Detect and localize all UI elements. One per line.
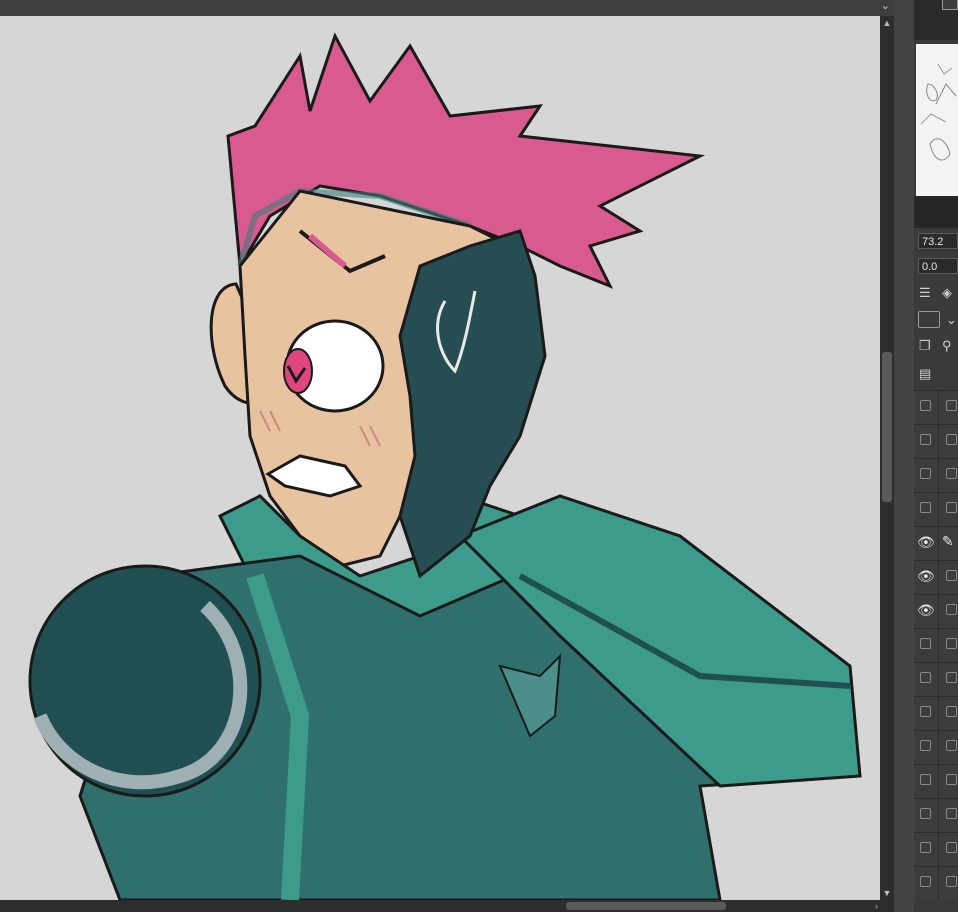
lock-checkbox[interactable] [946, 672, 957, 683]
layer-column-divider [938, 765, 939, 798]
panel-divider[interactable] [894, 0, 914, 912]
layer-blend-row: ⌄ [914, 308, 958, 330]
arm-cannon-shape [28, 564, 262, 798]
shape-icon[interactable] [918, 311, 940, 328]
layer-column-divider [938, 425, 939, 458]
layer-row[interactable] [914, 424, 958, 458]
layer-column-divider [938, 629, 939, 662]
lock-checkbox[interactable] [946, 502, 957, 513]
lock-checkbox[interactable] [946, 638, 957, 649]
layer-column-divider [938, 391, 939, 424]
navigator-footer [914, 196, 958, 228]
top-toolbar: ⌄ [0, 0, 912, 16]
chevron-down-icon[interactable]: ⌄ [946, 312, 957, 328]
layer-row[interactable]: 👁 [914, 594, 958, 628]
navigator-header [914, 0, 958, 40]
lock-checkbox[interactable] [946, 876, 957, 887]
lock-checkbox[interactable] [946, 842, 957, 853]
layer-row[interactable] [914, 492, 958, 526]
copy-icon[interactable]: ❐ [919, 338, 931, 354]
layer-row[interactable] [914, 390, 958, 424]
vertical-scroll-thumb[interactable] [882, 352, 892, 502]
eye-icon[interactable]: 👁 [917, 602, 935, 618]
lock-checkbox[interactable] [946, 434, 957, 445]
visibility-checkbox[interactable] [920, 706, 931, 717]
lock-checkbox[interactable] [946, 774, 957, 785]
layer-row[interactable] [914, 696, 958, 730]
lock-checkbox[interactable] [946, 740, 957, 751]
lamp-icon[interactable]: ⚲ [942, 338, 952, 354]
lock-checkbox[interactable] [946, 400, 957, 411]
rotate-field[interactable]: 0.0 [918, 258, 958, 274]
visibility-checkbox[interactable] [920, 808, 931, 819]
layer-column-divider [938, 697, 939, 730]
artwork-illustration [28, 32, 862, 900]
visibility-checkbox[interactable] [920, 672, 931, 683]
right-side-panel: 73.2 0.0 ☰ ◈ ⌄ ❐ ⚲ ▤ 👁 ✎ 👁 👁 [914, 0, 958, 912]
visibility-checkbox[interactable] [920, 638, 931, 649]
drawing-canvas[interactable] [0, 16, 880, 900]
lock-checkbox[interactable] [946, 706, 957, 717]
layer-row[interactable] [914, 662, 958, 696]
visibility-checkbox[interactable] [920, 774, 931, 785]
layer-column-divider [938, 731, 939, 764]
layer-row[interactable]: 👁 [914, 560, 958, 594]
layer-row[interactable] [914, 730, 958, 764]
visibility-checkbox[interactable] [920, 842, 931, 853]
layer-row[interactable] [914, 832, 958, 866]
scroll-down-arrow-icon[interactable]: ▼ [880, 886, 894, 900]
visibility-checkbox[interactable] [920, 434, 931, 445]
zoom-field[interactable]: 73.2 [918, 233, 958, 249]
layer-tools-row: ❐ ⚲ [914, 336, 958, 358]
eye-icon[interactable]: 👁 [917, 534, 935, 550]
lock-checkbox[interactable] [946, 468, 957, 479]
chevron-down-icon[interactable]: ⌄ [881, 0, 890, 12]
layer-row[interactable] [914, 458, 958, 492]
eye-icon[interactable]: 👁 [917, 568, 935, 584]
layers-icon[interactable]: ◈ [942, 285, 952, 301]
vertical-scrollbar[interactable]: ▲ ▼ [880, 16, 894, 900]
layer-column-divider [938, 459, 939, 492]
layer-row[interactable] [914, 866, 958, 900]
layer-row[interactable] [914, 628, 958, 662]
layer-column-divider [938, 799, 939, 832]
scroll-up-arrow-icon[interactable]: ▲ [880, 16, 894, 30]
layer-options-row: ▤ [914, 363, 958, 385]
lock-checkbox[interactable] [946, 604, 957, 615]
lock-checkbox[interactable] [946, 570, 957, 581]
settings-icon[interactable]: ▤ [919, 366, 931, 382]
layer-column-divider [938, 663, 939, 696]
pencil-icon[interactable]: ✎ [942, 533, 954, 550]
navigator-thumbnail-sketch [920, 63, 957, 161]
lock-checkbox[interactable] [946, 808, 957, 819]
navigator-window-button[interactable] [942, 0, 958, 10]
layer-column-divider [938, 867, 939, 900]
visibility-checkbox[interactable] [920, 740, 931, 751]
layer-panel-tabs: ☰ ◈ [914, 283, 958, 305]
layer-column-divider [938, 833, 939, 866]
menu-icon[interactable]: ☰ [919, 285, 931, 301]
layer-row[interactable]: 👁 ✎ [914, 526, 958, 560]
scroll-right-arrow-icon[interactable]: › [875, 900, 878, 912]
layer-column-divider [938, 527, 939, 560]
horizontal-scroll-thumb[interactable] [566, 902, 726, 910]
layer-column-divider [938, 595, 939, 628]
visibility-checkbox[interactable] [920, 502, 931, 513]
visibility-checkbox[interactable] [920, 400, 931, 411]
layer-row[interactable] [914, 798, 958, 832]
layer-row[interactable] [914, 764, 958, 798]
visibility-checkbox[interactable] [920, 876, 931, 887]
visibility-checkbox[interactable] [920, 468, 931, 479]
layer-column-divider [938, 561, 939, 594]
navigator-preview[interactable] [916, 44, 958, 196]
layer-column-divider [938, 493, 939, 526]
horizontal-scrollbar[interactable]: › [0, 900, 894, 912]
